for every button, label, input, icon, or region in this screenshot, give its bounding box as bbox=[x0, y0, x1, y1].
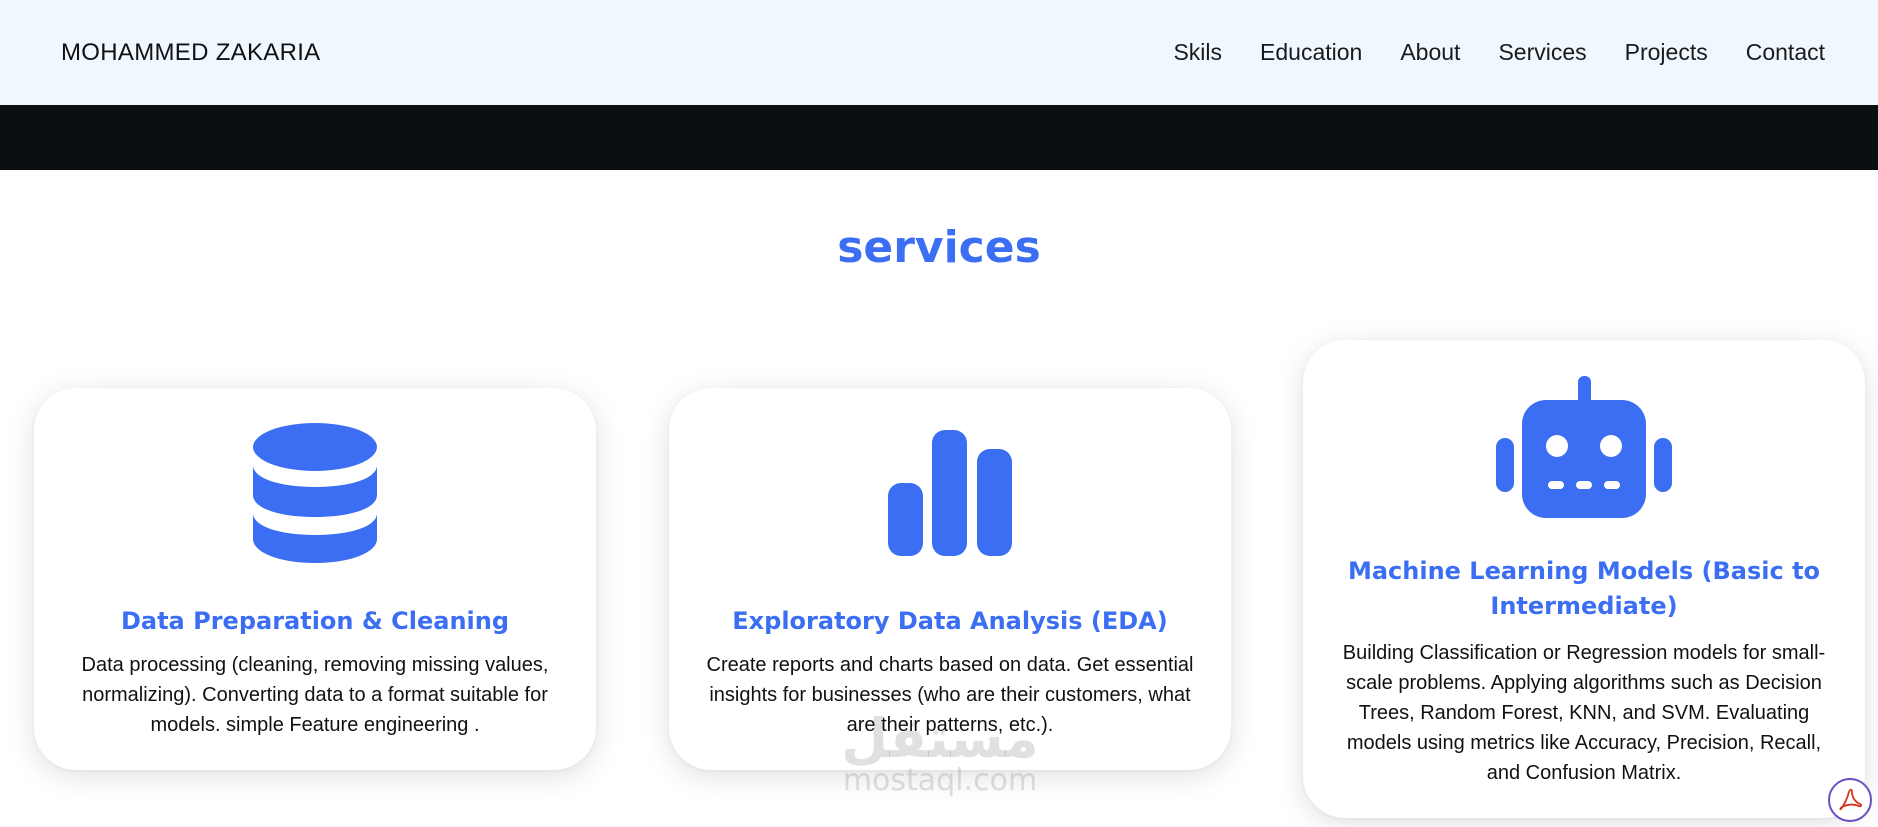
nav-link-projects[interactable]: Projects bbox=[1625, 39, 1708, 66]
nav-link-education[interactable]: Education bbox=[1260, 39, 1362, 66]
database-icon bbox=[253, 423, 377, 563]
services-section-title: services bbox=[837, 222, 1041, 273]
page: MOHAMMED ZAKARIA Skils Education About S… bbox=[0, 0, 1878, 827]
top-navbar: MOHAMMED ZAKARIA Skils Education About S… bbox=[0, 0, 1878, 105]
robot-icon bbox=[1496, 376, 1672, 518]
service-card-eda: Exploratory Data Analysis (EDA) Create r… bbox=[669, 388, 1231, 770]
site-brand[interactable]: MOHAMMED ZAKARIA bbox=[61, 39, 320, 67]
pdf-viewer-button[interactable] bbox=[1828, 778, 1872, 822]
dark-banner-strip bbox=[0, 105, 1878, 170]
main-nav: Skils Education About Services Projects … bbox=[1173, 39, 1825, 66]
card-description: Building Classification or Regression mo… bbox=[1342, 642, 1826, 784]
card-title: Exploratory Data Analysis (EDA) bbox=[732, 607, 1168, 635]
card-description: Create reports and charts based on data.… bbox=[706, 654, 1194, 736]
service-card-machine-learning: Machine Learning Models (Basic to Interm… bbox=[1303, 340, 1865, 818]
nav-link-services[interactable]: Services bbox=[1498, 39, 1586, 66]
acrobat-pdf-icon bbox=[1839, 788, 1862, 811]
watermark-domain: mostaql.com bbox=[842, 763, 1038, 798]
nav-link-about[interactable]: About bbox=[1400, 39, 1460, 66]
bar-chart-icon bbox=[888, 430, 1012, 556]
card-title: Machine Learning Models (Basic to Interm… bbox=[1347, 557, 1821, 620]
card-description: Data processing (cleaning, removing miss… bbox=[81, 654, 549, 736]
card-title: Data Preparation & Cleaning bbox=[120, 607, 510, 635]
nav-link-contact[interactable]: Contact bbox=[1746, 39, 1825, 66]
service-card-data-preparation: Data Preparation & Cleaning Data process… bbox=[34, 388, 596, 770]
nav-link-skills[interactable]: Skils bbox=[1173, 39, 1222, 66]
